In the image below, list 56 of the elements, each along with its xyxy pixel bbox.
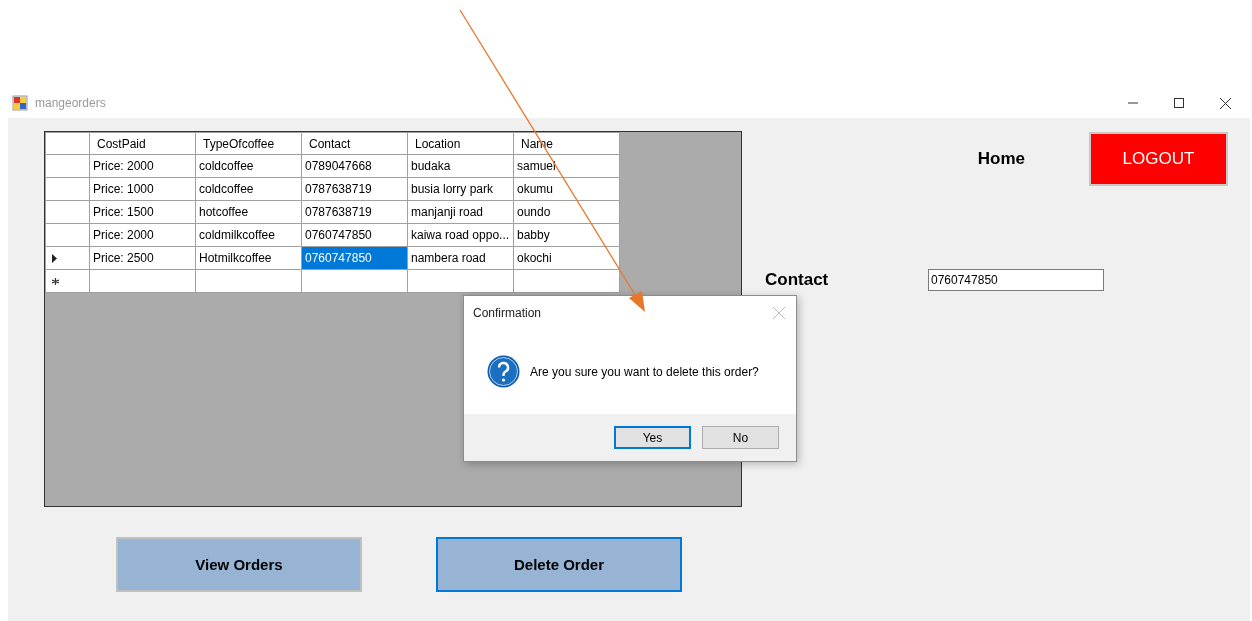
table-cell: Price: 2000 xyxy=(89,223,196,247)
row-header-cell[interactable] xyxy=(45,269,90,293)
table-cell: kaiwa road oppo... xyxy=(407,223,514,247)
table-cell: Price: 2000 xyxy=(89,154,196,178)
contact-label: Contact xyxy=(765,270,830,290)
row-header-cell[interactable] xyxy=(45,154,90,178)
table-cell: coldcoffee xyxy=(195,154,302,178)
table-cell[interactable] xyxy=(195,269,302,293)
column-header[interactable]: CostPaid xyxy=(89,132,196,155)
table-cell[interactable] xyxy=(89,269,196,293)
row-header-cell[interactable] xyxy=(45,200,90,224)
maximize-icon xyxy=(1174,98,1184,108)
row-header-cell[interactable] xyxy=(45,246,90,270)
table-cell: okumu xyxy=(513,177,620,201)
table-cell: 0787638719 xyxy=(301,200,408,224)
table-cell[interactable] xyxy=(513,269,620,293)
table-cell: samuel xyxy=(513,154,620,178)
app-icon xyxy=(12,95,28,111)
table-cell[interactable] xyxy=(301,269,408,293)
table-cell: babby xyxy=(513,223,620,247)
table-cell: nambera road xyxy=(407,246,514,270)
close-icon xyxy=(772,305,786,320)
contact-field[interactable]: 0760747850 xyxy=(928,269,1104,291)
close-icon xyxy=(1219,97,1231,109)
dialog-button[interactable]: Yes xyxy=(614,426,691,449)
table-cell: coldcoffee xyxy=(195,177,302,201)
table-cell: oundo xyxy=(513,200,620,224)
column-header[interactable]: Contact xyxy=(301,132,408,155)
table-cell: busia lorry park xyxy=(407,177,514,201)
table-cell: Hotmilkcoffee xyxy=(195,246,302,270)
table-cell: hotcoffee xyxy=(195,200,302,224)
dialog-message: Are you sure you want to delete this order? xyxy=(530,364,759,379)
table-cell: Price: 2500 xyxy=(89,246,196,270)
table-cell: 0760747850 xyxy=(301,223,408,247)
row-header-cell[interactable] xyxy=(45,223,90,247)
table-cell: 0789047668 xyxy=(301,154,408,178)
table-cell: okochi xyxy=(513,246,620,270)
action-button[interactable]: Delete Order xyxy=(436,537,682,592)
action-button[interactable]: View Orders xyxy=(116,537,362,592)
row-header-cell[interactable] xyxy=(45,177,90,201)
close-button[interactable] xyxy=(772,305,786,320)
table-cell: coldmilkcoffee xyxy=(195,223,302,247)
column-header[interactable]: TypeOfcoffee xyxy=(195,132,302,155)
home-label: Home xyxy=(977,149,1025,169)
dialog-button[interactable]: No xyxy=(702,426,779,449)
table-cell: Price: 1000 xyxy=(89,177,196,201)
table-cell: budaka xyxy=(407,154,514,178)
dialog-title: Confirmation xyxy=(473,305,542,320)
table-cell: 0787638719 xyxy=(301,177,408,201)
column-header[interactable]: Location xyxy=(407,132,514,155)
table-cell[interactable] xyxy=(407,269,514,293)
question-icon xyxy=(487,355,520,388)
window-title: mangeorders xyxy=(35,96,106,110)
table-cell: manjanji road xyxy=(407,200,514,224)
logout-button[interactable]: LOGOUT xyxy=(1089,132,1228,186)
table-cell: Price: 1500 xyxy=(89,200,196,224)
